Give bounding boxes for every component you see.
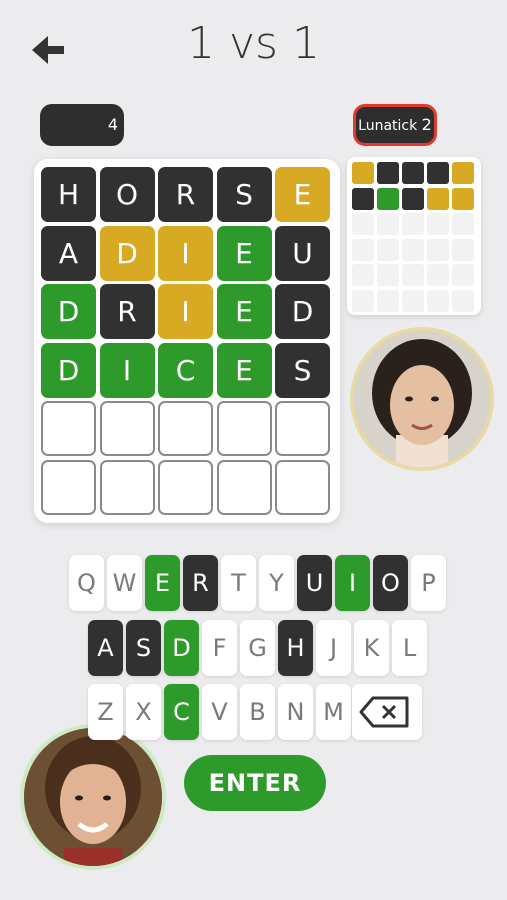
- player-avatar-icon: [20, 724, 166, 870]
- board-tile: U: [275, 225, 330, 281]
- key-c[interactable]: C: [164, 684, 199, 740]
- board-tile: D: [275, 284, 330, 339]
- key-q[interactable]: Q: [69, 555, 104, 611]
- board-tile: D: [41, 342, 96, 398]
- key-z[interactable]: Z: [88, 684, 123, 740]
- opponent-board-tile: [427, 289, 449, 312]
- opponent-board-tile: [452, 162, 474, 184]
- board-tile: [41, 401, 96, 456]
- board-tile: S: [216, 167, 272, 222]
- board-tile: O: [99, 167, 155, 222]
- page-title: 1 vs 1: [187, 18, 320, 69]
- opponent-board-tile: [402, 213, 424, 235]
- board-tile: S: [275, 342, 330, 398]
- opponent-board-tile: [377, 289, 399, 312]
- board-tile: [275, 401, 330, 456]
- board-tile: [216, 459, 272, 515]
- opponent-board-tile: [402, 238, 424, 261]
- board-tile: I: [99, 342, 155, 398]
- opponent-board-tile: [452, 289, 474, 312]
- opponent-board-tile: [377, 187, 399, 210]
- key-n[interactable]: N: [278, 684, 313, 740]
- opponent-board-tile: [452, 264, 474, 286]
- board-tile: [99, 459, 155, 515]
- opponent-board: [347, 157, 481, 315]
- key-a[interactable]: A: [88, 620, 123, 676]
- opponent-board-tile: [427, 187, 449, 210]
- opponent-board-tile: [377, 264, 399, 286]
- key-e[interactable]: E: [145, 555, 180, 611]
- opponent-board-tile: [427, 162, 449, 184]
- board-tile: E: [275, 167, 330, 222]
- key-h[interactable]: H: [278, 620, 313, 676]
- opponent-board-tile: [452, 187, 474, 210]
- opponent-avatar-icon: [350, 327, 494, 471]
- board-tile: E: [216, 225, 272, 281]
- key-p[interactable]: P: [411, 555, 446, 611]
- key-m[interactable]: M: [316, 684, 351, 740]
- key-x[interactable]: X: [126, 684, 161, 740]
- opponent-board-tile: [402, 162, 424, 184]
- board-tile: C: [158, 342, 213, 398]
- enter-button[interactable]: ENTER: [184, 755, 326, 811]
- board-tile: [275, 459, 330, 515]
- opponent-board-tile: [402, 187, 424, 210]
- board-tile: [41, 459, 96, 515]
- key-d[interactable]: D: [164, 620, 199, 676]
- opponent-board-tile: [427, 213, 449, 235]
- key-o[interactable]: O: [373, 555, 408, 611]
- key-u[interactable]: U: [297, 555, 332, 611]
- board-tile: E: [216, 284, 272, 339]
- opponent-board-tile: [352, 264, 374, 286]
- key-g[interactable]: G: [240, 620, 275, 676]
- board-tile: D: [41, 284, 96, 339]
- opponent-board-tile: [427, 264, 449, 286]
- backspace-icon: [359, 696, 409, 728]
- key-r[interactable]: R: [183, 555, 218, 611]
- key-l[interactable]: L: [392, 620, 427, 676]
- board-tile: H: [41, 167, 96, 222]
- board-tile: [216, 401, 272, 456]
- board-tile: A: [41, 225, 96, 281]
- board-tile: I: [158, 284, 213, 339]
- opponent-board-tile: [377, 162, 399, 184]
- my-score-badge: 4: [40, 104, 124, 146]
- opponent-board-tile: [377, 213, 399, 235]
- backspace-key[interactable]: [352, 684, 422, 740]
- key-j[interactable]: J: [316, 620, 351, 676]
- opponent-board-tile: [352, 162, 374, 184]
- game-board: HORSEADIEUDRIEDDICES: [34, 159, 340, 523]
- opponent-board-tile: [402, 264, 424, 286]
- key-v[interactable]: V: [202, 684, 237, 740]
- key-b[interactable]: B: [240, 684, 275, 740]
- opponent-board-tile: [352, 289, 374, 312]
- key-i[interactable]: I: [335, 555, 370, 611]
- key-t[interactable]: T: [221, 555, 256, 611]
- header: 1 vs 1: [0, 0, 507, 96]
- key-s[interactable]: S: [126, 620, 161, 676]
- board-tile: D: [99, 225, 155, 281]
- opponent-board-tile: [452, 238, 474, 261]
- board-tile: [99, 401, 155, 456]
- board-tile: R: [99, 284, 155, 339]
- opponent-board-tile: [427, 238, 449, 261]
- opponent-score-badge: Lunatick 2: [353, 104, 437, 146]
- opponent-score: 2: [421, 115, 432, 134]
- key-f[interactable]: F: [202, 620, 237, 676]
- opponent-board-tile: [352, 187, 374, 210]
- key-y[interactable]: Y: [259, 555, 294, 611]
- opponent-board-tile: [402, 289, 424, 312]
- board-tile: E: [216, 342, 272, 398]
- opponent-board-tile: [452, 213, 474, 235]
- opponent-board-tile: [352, 238, 374, 261]
- board-tile: I: [158, 225, 213, 281]
- board-tile: [158, 459, 213, 515]
- opponent-board-tile: [377, 238, 399, 261]
- key-w[interactable]: W: [107, 555, 142, 611]
- board-tile: [158, 401, 213, 456]
- key-k[interactable]: K: [354, 620, 389, 676]
- opponent-name: Lunatick: [358, 118, 418, 134]
- opponent-board-tile: [352, 213, 374, 235]
- board-tile: R: [158, 167, 213, 222]
